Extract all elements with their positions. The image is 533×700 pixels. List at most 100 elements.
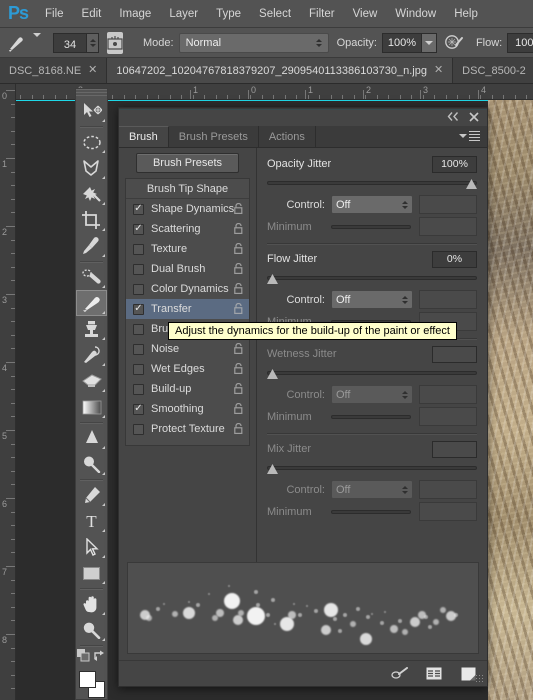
lock-icon[interactable]: [234, 242, 243, 257]
brush-presets-button[interactable]: Brush Presets: [135, 153, 240, 173]
menu-item-view[interactable]: View: [344, 0, 387, 28]
lasso-tool[interactable]: [76, 155, 107, 181]
brush-option-checkbox[interactable]: [133, 283, 144, 295]
lock-icon[interactable]: [234, 362, 243, 377]
document-tab[interactable]: DSC_8500-2: [453, 58, 533, 83]
panel-tab-brush[interactable]: Brush: [119, 126, 169, 147]
default-colors-icon[interactable]: [77, 649, 90, 665]
lock-icon[interactable]: [234, 222, 243, 237]
clone-stamp-tool[interactable]: [76, 316, 107, 342]
vertical-ruler[interactable]: 0 1 2 3 4 5 6 7 8: [0, 84, 16, 700]
menu-item-help[interactable]: Help: [445, 0, 487, 28]
menu-item-window[interactable]: Window: [386, 0, 445, 28]
control-extra-field[interactable]: [419, 385, 477, 404]
toggle-brush-tip-icon[interactable]: [391, 666, 409, 682]
menu-item-filter[interactable]: Filter: [300, 0, 344, 28]
lock-icon[interactable]: [234, 342, 243, 357]
brush-option-checkbox[interactable]: [133, 323, 144, 335]
lock-icon[interactable]: [234, 382, 243, 397]
zoom-tool[interactable]: [76, 617, 107, 643]
jitter-value-field[interactable]: 0%: [432, 250, 477, 268]
document-tab-close-icon[interactable]: ✕: [88, 65, 97, 76]
eyedropper-tool[interactable]: [76, 233, 107, 259]
collapse-icon[interactable]: [447, 112, 460, 124]
color-swatches[interactable]: [76, 669, 107, 700]
brush-option-checkbox[interactable]: [133, 263, 144, 275]
brush-tool[interactable]: [76, 290, 107, 316]
menu-item-select[interactable]: Select: [250, 0, 300, 28]
document-tab[interactable]: 10647202_10204767818379207_2909540113386…: [107, 58, 454, 83]
minimum-slider[interactable]: [331, 222, 411, 232]
menu-item-layer[interactable]: Layer: [160, 0, 207, 28]
rectangle-tool[interactable]: [76, 560, 107, 586]
move-tool[interactable]: [76, 98, 107, 124]
opacity-field[interactable]: 100%: [381, 32, 422, 53]
brush-option-checkbox[interactable]: [133, 343, 144, 355]
gradient-tool[interactable]: [76, 394, 107, 420]
jitter-slider[interactable]: [267, 367, 477, 381]
minimum-value-field[interactable]: [419, 217, 477, 236]
magic-wand-tool[interactable]: [76, 181, 107, 207]
swap-colors-icon[interactable]: [93, 649, 106, 665]
brush-option-checkbox[interactable]: [133, 243, 144, 255]
brush-option-protect-texture[interactable]: Protect Texture: [126, 419, 249, 439]
brush-option-shape-dynamics[interactable]: Shape Dynamics: [126, 199, 249, 219]
brush-size-field[interactable]: 34: [53, 32, 87, 53]
brush-option-build-up[interactable]: Build-up: [126, 379, 249, 399]
lock-icon[interactable]: [234, 262, 243, 277]
panel-title-bar[interactable]: [119, 110, 487, 126]
document-tab-close-icon[interactable]: ✕: [434, 65, 443, 76]
brush-option-checkbox[interactable]: [133, 223, 144, 235]
blur-tool[interactable]: [76, 425, 107, 451]
hand-tool[interactable]: [76, 591, 107, 617]
jitter-value-field[interactable]: [432, 440, 477, 458]
toolbox-grip[interactable]: [76, 89, 107, 98]
brush-option-transfer[interactable]: Transfer: [126, 299, 249, 319]
brush-option-checkbox[interactable]: [133, 203, 144, 215]
brush-size-control[interactable]: 34: [53, 32, 99, 53]
minimum-slider[interactable]: [331, 412, 411, 422]
brush-option-smoothing[interactable]: Smoothing: [126, 399, 249, 419]
panel-resize-grip[interactable]: [475, 674, 485, 684]
brush-option-checkbox[interactable]: [133, 363, 144, 375]
brush-option-checkbox[interactable]: [133, 403, 144, 415]
lock-icon[interactable]: [234, 422, 243, 437]
brush-preview-icon[interactable]: [7, 31, 29, 55]
dodge-tool[interactable]: [76, 451, 107, 477]
minimum-value-field[interactable]: [419, 502, 477, 521]
lock-icon[interactable]: [234, 202, 243, 217]
airbrush-toggle-icon[interactable]: [444, 32, 464, 54]
brush-option-noise[interactable]: Noise: [126, 339, 249, 359]
type-tool[interactable]: T: [76, 508, 107, 534]
jitter-value-field[interactable]: [432, 345, 477, 363]
brush-tip-shape-header[interactable]: Brush Tip Shape: [126, 179, 249, 199]
foreground-color-swatch[interactable]: [79, 671, 96, 688]
lock-icon[interactable]: [234, 302, 243, 317]
brush-option-scattering[interactable]: Scattering: [126, 219, 249, 239]
opacity-dropdown-button[interactable]: [421, 32, 437, 53]
brush-option-texture[interactable]: Texture: [126, 239, 249, 259]
healing-brush-tool[interactable]: [76, 264, 107, 290]
marquee-tool[interactable]: [76, 129, 107, 155]
minimum-slider[interactable]: [331, 507, 411, 517]
crop-tool[interactable]: [76, 207, 107, 233]
history-brush-tool[interactable]: [76, 342, 107, 368]
menu-item-edit[interactable]: Edit: [73, 0, 111, 28]
control-select[interactable]: Off: [331, 195, 413, 214]
brush-option-checkbox[interactable]: [133, 423, 144, 435]
brush-option-color-dynamics[interactable]: Color Dynamics: [126, 279, 249, 299]
panel-tab-actions[interactable]: Actions: [259, 126, 316, 147]
control-extra-field[interactable]: [419, 195, 477, 214]
brush-option-checkbox[interactable]: [133, 383, 144, 395]
jitter-slider[interactable]: [267, 272, 477, 286]
brush-option-wet-edges[interactable]: Wet Edges: [126, 359, 249, 379]
open-preset-manager-icon[interactable]: [425, 666, 443, 682]
path-selection-tool[interactable]: [76, 534, 107, 560]
blend-mode-select[interactable]: Normal: [178, 32, 329, 53]
eraser-tool[interactable]: [76, 368, 107, 394]
document-tab[interactable]: DSC_8168.NE ✕: [0, 58, 108, 83]
brush-preset-dropdown-arrow[interactable]: [33, 32, 41, 49]
control-extra-field[interactable]: [419, 290, 477, 309]
pen-tool[interactable]: [76, 482, 107, 508]
control-select[interactable]: Off: [331, 290, 413, 309]
